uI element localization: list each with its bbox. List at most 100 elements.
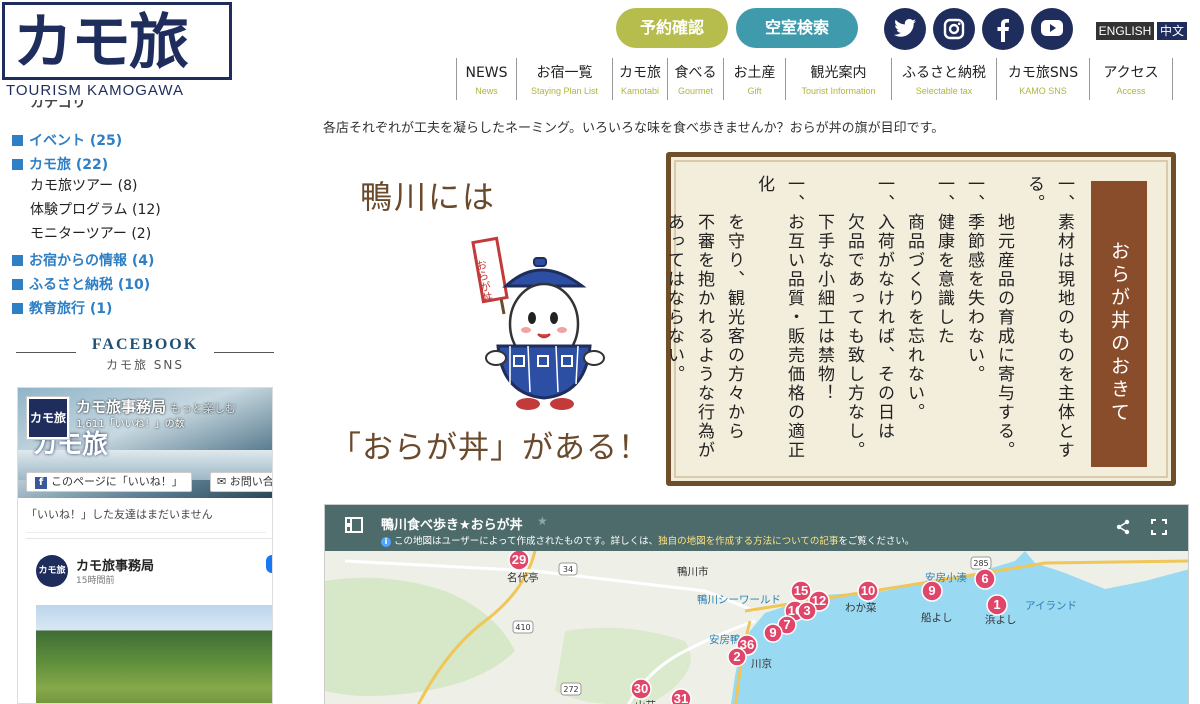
instagram-icon[interactable] (933, 8, 975, 50)
category-label: カモ旅 (22) (29, 157, 109, 173)
subcategory-link[interactable]: モニターツアー (2) (30, 223, 151, 243)
map-pin[interactable]: 30 (630, 678, 652, 700)
pin-number: 3 (803, 603, 810, 618)
chinese-link[interactable]: 中文 (1157, 22, 1187, 40)
nav-item-furusato-tax[interactable]: ふるさと納税 Selectable tax (891, 58, 996, 100)
nav-label: NEWS (465, 65, 508, 81)
category-link-event[interactable]: イベント (25) (12, 130, 122, 150)
avatar-text: カモ旅 (29, 399, 67, 437)
map-pin[interactable]: 6 (974, 568, 996, 590)
nav-label: 食べる (674, 65, 717, 81)
subcategory-link[interactable]: 体験プログラム (12) (30, 199, 161, 219)
map-pin[interactable]: 9 (921, 580, 943, 602)
map-pin[interactable]: 29 (508, 551, 530, 571)
place-label: 名代亭 (507, 571, 539, 584)
site-logo[interactable]: カモ旅 TOURISM KAMOGAWA (2, 2, 234, 99)
post-action-icon[interactable] (266, 555, 272, 573)
vacancy-search-button[interactable]: 空室検索 (736, 8, 858, 48)
facebook-icon: f (35, 477, 47, 489)
facebook-post: カモ旅 カモ旅事務局 15時間前 (26, 538, 272, 703)
map-pin[interactable]: 1 (986, 594, 1008, 616)
map-pin[interactable]: 10 (857, 580, 879, 602)
nav-item-tourist-info[interactable]: 観光案内 Tourist Information (785, 58, 891, 100)
bullet-square-icon (12, 255, 23, 266)
pin-number: 15 (794, 583, 808, 598)
map-pin[interactable]: 15 (790, 580, 812, 602)
post-photo[interactable] (36, 605, 272, 703)
nav-item-kamotabi[interactable]: カモ旅 Kamotabi (612, 58, 667, 100)
subcategory-link[interactable]: カモ旅ツアー (8) (30, 175, 137, 195)
page-likes-count: 1,611「いいね！」の数 (76, 419, 185, 430)
rule-line: を守り、観光客の方々から (724, 175, 744, 441)
rule-line: 地元産品の育成に寄与する。 (994, 175, 1014, 460)
bullet-square-icon (12, 135, 23, 146)
youtube-icon[interactable] (1031, 8, 1073, 50)
mail-icon: ✉ (217, 475, 230, 488)
map-pin[interactable]: 3 (797, 601, 817, 621)
map-canvas[interactable]: 34 410 272 285 名代亭 鴨川市 鴨川シーワールド 安房鴨川 わか菜… (325, 551, 1189, 704)
nav-label: カモ旅 (619, 65, 661, 81)
star-icon[interactable]: ★ (537, 514, 548, 528)
page-avatar[interactable]: カモ旅 (26, 396, 70, 440)
post-author[interactable]: カモ旅事務局 (76, 555, 154, 574)
rule-line: 欠品であっても致し方なし。 (844, 175, 864, 460)
category-heading-text: カテゴリー (30, 100, 86, 111)
category-link-education[interactable]: 教育旅行 (1) (12, 298, 112, 318)
nav-sublabel: Selectable tax (915, 86, 973, 96)
pin-number: 30 (634, 681, 648, 696)
nav-sublabel: Gift (747, 86, 762, 96)
nav-item-stays[interactable]: お宿一覧 Staying Plan List (516, 58, 612, 100)
facebook-cover-image[interactable]: カモ旅 カモ旅 カモ旅事務局 もっと楽しむ 1,611「いいね！」の数 f このペー… (18, 388, 273, 498)
category-link-inn-info[interactable]: お宿からの情報 (4) (12, 250, 154, 270)
contact-button[interactable]: ✉ お問い合 (210, 472, 273, 492)
rule-line: 商品づくりを忘れない。 (904, 175, 924, 422)
map-pin[interactable]: 2 (727, 647, 747, 667)
pin-number: 6 (981, 571, 988, 586)
like-button-label: このページに「いいね！」 (51, 475, 183, 488)
share-icon[interactable] (1115, 519, 1131, 539)
nav-item-access[interactable]: アクセス Access (1089, 58, 1173, 100)
pin-number: 29 (512, 552, 526, 567)
map-pin[interactable]: 31 (670, 688, 692, 704)
nav-sublabel: Tourist Information (801, 86, 876, 96)
post-time[interactable]: 15時間前 (76, 573, 114, 586)
category-link-kamotabi[interactable]: カモ旅 (22) (12, 154, 108, 174)
map-note: i この地図はユーザーによって作成されたものです。詳しくは、独自の地図を作成する方… (381, 533, 914, 547)
map-header: 鴨川食べ歩き★おらが丼 ★ i この地図はユーザーによって作成されたものです。詳し… (325, 505, 1188, 551)
nav-label: お土産 (733, 65, 776, 81)
map-pin[interactable]: 9 (763, 623, 783, 643)
facebook-icon[interactable] (982, 8, 1024, 50)
pin-number: 10 (861, 583, 875, 598)
mascot-image: おらが丼 (471, 236, 605, 410)
like-page-button[interactable]: f このページに「いいね！」 (26, 472, 192, 492)
map-legend-toggle-icon[interactable] (345, 517, 363, 537)
map-note-link[interactable]: 独自の地図を作成する方法についての記事 (658, 536, 838, 547)
place-label: 鴨川市 (677, 565, 709, 578)
category-link-furusato[interactable]: ふるさと納税 (10) (12, 274, 150, 294)
nav-item-news[interactable]: NEWS News (456, 58, 516, 100)
nav-item-gourmet[interactable]: 食べる Gourmet (667, 58, 723, 100)
english-link[interactable]: ENGLISH (1096, 22, 1154, 40)
nav-item-gift[interactable]: お土産 Gift (723, 58, 785, 100)
category-label: お宿からの情報 (4) (29, 253, 155, 269)
category-label: 教育旅行 (1) (29, 301, 113, 317)
place-label: わか菜 (845, 602, 877, 614)
nav-sublabel: Kamotabi (620, 86, 660, 96)
nav-sublabel: Gourmet (677, 86, 713, 96)
map-title[interactable]: 鴨川食べ歩き★おらが丼 (381, 514, 523, 533)
contact-button-label: お問い合 (229, 475, 273, 488)
post-avatar[interactable]: カモ旅 (36, 555, 68, 587)
category-label: イベント (25) (29, 133, 123, 149)
embedded-google-map[interactable]: 鴨川食べ歩き★おらが丼 ★ i この地図はユーザーによって作成されたものです。詳し… (324, 504, 1189, 704)
rule-line: 下手な小細工は禁物！ (814, 175, 834, 403)
bullet-square-icon (12, 159, 23, 170)
pin-number: 1 (993, 597, 1000, 612)
page-name[interactable]: カモ旅事務局 もっと楽しむ (76, 396, 236, 417)
twitter-icon[interactable] (884, 8, 926, 50)
rule-line: 一、入荷がなければ、その日は (874, 175, 894, 441)
nav-item-kamo-sns[interactable]: カモ旅SNS KAMO SNS (996, 58, 1089, 100)
fullscreen-icon[interactable] (1151, 519, 1167, 539)
category-label: ふるさと納税 (10) (29, 277, 151, 293)
reservation-check-button[interactable]: 予約確認 (616, 8, 728, 48)
illustration-heading: 鴨川には (360, 178, 497, 216)
